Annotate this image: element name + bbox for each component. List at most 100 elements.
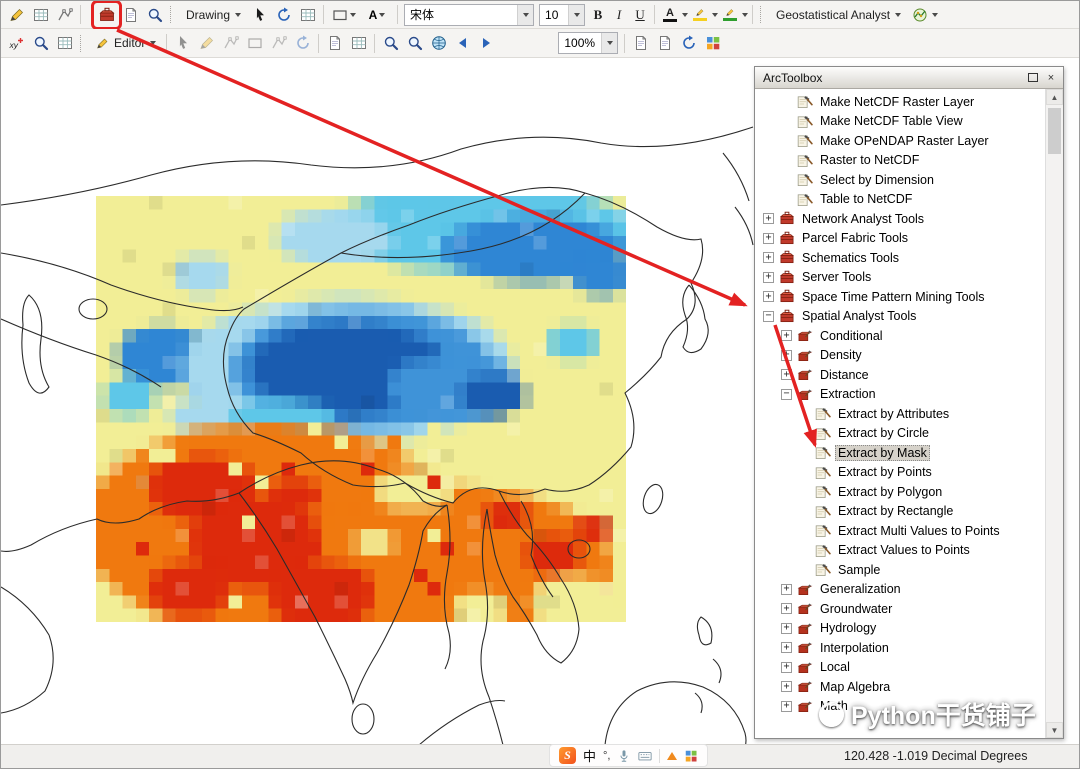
back-extent-icon[interactable] [451,32,474,54]
tree-item-map-algebra[interactable]: + Map Algebra [763,677,1045,697]
expand-icon[interactable]: + [763,252,774,264]
expand-icon[interactable]: + [781,349,792,361]
tree-item-extract-by-rectangle[interactable]: Extract by Rectangle [763,502,1045,522]
cut-polygons-icon[interactable] [267,32,290,54]
close-icon[interactable]: × [1043,70,1059,85]
rotate-tool-icon[interactable] [291,32,314,54]
tree-item-space-time-pattern-mining-tools[interactable]: + Space Time Pattern Mining Tools [763,287,1045,307]
sketch-tool-icon[interactable] [195,32,218,54]
geostatistical-layer-icon[interactable] [908,4,931,26]
expand-icon[interactable]: + [763,213,774,225]
refresh-view-icon[interactable] [677,32,700,54]
microphone-icon[interactable] [617,749,631,763]
collapse-icon[interactable]: − [781,388,792,400]
font-family-combo[interactable]: 宋体 [404,3,535,26]
expand-icon[interactable]: + [781,681,792,693]
editor-menu[interactable]: Editor [90,32,162,54]
zoom-in-icon[interactable] [379,32,402,54]
tree-item-extract-values-to-points[interactable]: Extract Values to Points [763,541,1045,561]
tree-item-distance[interactable]: + Distance [763,365,1045,385]
select-elements-icon[interactable] [248,4,271,26]
tree-item-spatial-analyst-tools[interactable]: − Spatial Analyst Tools [763,307,1045,327]
toolbar-grip[interactable] [80,34,84,52]
combo-drop-button[interactable] [517,4,534,25]
tree-item-local[interactable]: + Local [763,658,1045,678]
line-color-button[interactable] [719,4,741,26]
shape-tool-dropdown[interactable] [328,4,360,26]
font-size-combo[interactable]: 10 [539,3,586,26]
expand-icon[interactable]: + [781,622,792,634]
chart-icon[interactable] [53,4,76,26]
expand-icon[interactable]: + [781,583,792,595]
expand-icon[interactable]: + [781,369,792,381]
toolbar-grip[interactable] [170,6,174,23]
expand-icon[interactable]: + [781,330,792,342]
rotate-element-icon[interactable] [272,4,295,26]
zoom-level-combo[interactable]: 100% [558,32,619,54]
create-features-icon[interactable] [323,32,346,54]
scrollbar[interactable]: ▲ ▼ [1045,89,1063,738]
tree-item-extract-by-circle[interactable]: Extract by Circle [763,424,1045,444]
tree-item-generalization[interactable]: + Generalization [763,580,1045,600]
layout-view-icon[interactable] [653,32,676,54]
tree-item-table-to-netcdf[interactable]: Table to NetCDF [763,190,1045,210]
combo-drop-button[interactable] [568,4,585,25]
tree-item-raster-to-netcdf[interactable]: Raster to NetCDF [763,151,1045,171]
expand-icon[interactable]: + [763,291,774,303]
tree-item-sample[interactable]: Sample [763,560,1045,580]
text-tool-dropdown[interactable]: A [361,4,393,26]
full-extent-icon[interactable] [427,32,450,54]
tree-item-conditional[interactable]: + Conditional [763,326,1045,346]
expand-icon[interactable]: + [781,661,792,673]
snapping-icon[interactable] [296,4,319,26]
expand-icon[interactable]: + [781,642,792,654]
sogou-logo-icon[interactable]: S [559,747,576,764]
ime-up-arrow-icon[interactable] [667,751,678,760]
tree-item-select-by-dimension[interactable]: Select by Dimension [763,170,1045,190]
toolbar-grip[interactable] [760,6,764,23]
expand-icon[interactable]: + [781,700,792,712]
tree-item-hydrology[interactable]: + Hydrology [763,619,1045,639]
ime-apps-grid-icon[interactable] [684,749,698,763]
tree-item-extract-by-points[interactable]: Extract by Points [763,463,1045,483]
scrollbar-thumb[interactable] [1048,108,1061,154]
map-canvas[interactable] [1,57,754,747]
font-color-button[interactable]: A [659,4,681,26]
attributes-window-icon[interactable] [347,32,370,54]
reshape-feature-icon[interactable] [243,32,266,54]
scroll-down-icon[interactable]: ▼ [1046,722,1063,738]
table-icon[interactable] [53,32,76,54]
tree-item-parcel-fabric-tools[interactable]: + Parcel Fabric Tools [763,229,1045,249]
data-view-icon[interactable] [629,32,652,54]
highlight-color-button[interactable] [689,4,711,26]
tree-item-groundwater[interactable]: + Groundwater [763,599,1045,619]
scroll-up-icon[interactable]: ▲ [1046,89,1063,105]
forward-extent-icon[interactable] [475,32,498,54]
collapse-icon[interactable]: − [763,310,774,322]
combo-drop-button[interactable] [601,33,618,53]
expand-icon[interactable]: + [763,232,774,244]
search-window-icon[interactable] [143,4,166,26]
float-window-icon[interactable] [1025,70,1041,85]
tree-item-extract-by-attributes[interactable]: Extract by Attributes [763,404,1045,424]
tree-item-server-tools[interactable]: + Server Tools [763,268,1045,288]
tree-item-make-netcdf-raster-layer[interactable]: Make NetCDF Raster Layer [763,92,1045,112]
underline-button[interactable]: U [630,4,650,26]
expand-icon[interactable]: + [763,271,774,283]
edit-vertices-icon[interactable] [219,32,242,54]
bold-button[interactable]: B [588,4,608,26]
tree-item-extract-by-mask[interactable]: Extract by Mask [763,443,1045,463]
tree-item-math[interactable]: + Math [763,697,1045,717]
tree-item-schematics-tools[interactable]: + Schematics Tools [763,248,1045,268]
italic-button[interactable]: I [609,4,629,26]
keyboard-icon[interactable] [638,749,653,763]
zoom-out-icon[interactable] [403,32,426,54]
tree-item-density[interactable]: + Density [763,346,1045,366]
add-xy-data-icon[interactable] [5,32,28,54]
catalog-window-icon[interactable] [119,4,142,26]
edit-sketch-icon[interactable] [5,4,28,26]
expand-icon[interactable]: + [781,603,792,615]
tree-item-network-analyst-tools[interactable]: + Network Analyst Tools [763,209,1045,229]
tree-item-make-netcdf-table-view[interactable]: Make NetCDF Table View [763,112,1045,132]
tree-item-extract-by-polygon[interactable]: Extract by Polygon [763,482,1045,502]
